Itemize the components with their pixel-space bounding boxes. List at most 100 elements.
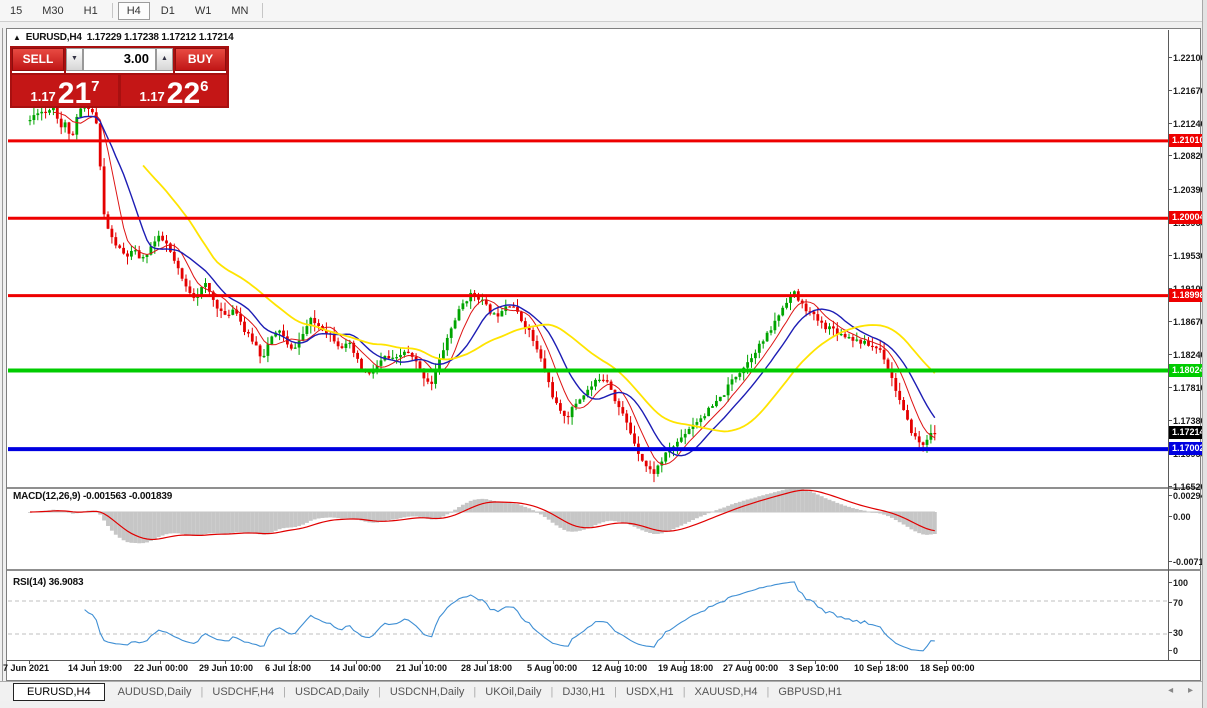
price-tick-label: 1.20820 xyxy=(1173,151,1206,161)
date-label: 10 Sep 18:00 xyxy=(854,663,909,673)
panel-splitter-rsi[interactable] xyxy=(7,569,1201,571)
toolbar-separator xyxy=(262,3,263,18)
price-tick-dash xyxy=(1168,90,1172,91)
macd-panel[interactable] xyxy=(8,489,1168,568)
rsi-label: RSI(14) 36.9083 xyxy=(13,577,83,588)
chart-ohlc-values: 1.17229 1.17238 1.17212 1.17214 xyxy=(87,32,234,43)
timeframe-button-mn[interactable]: MN xyxy=(222,2,257,20)
timeframe-toolbar: 15M30H1 H4D1W1MN xyxy=(0,0,1207,22)
date-label: 28 Jul 18:00 xyxy=(461,663,512,673)
symbol-tab-usdx[interactable]: USDX,H1 xyxy=(617,684,683,700)
price-tick-dash xyxy=(1168,123,1172,124)
symbol-tab-usdcnh[interactable]: USDCNH,Daily xyxy=(381,684,474,700)
timeframe-button-h4[interactable]: H4 xyxy=(118,2,150,20)
window-scroll-strip[interactable] xyxy=(1202,0,1207,708)
buy-price-display[interactable]: 1.17 22 6 xyxy=(121,75,227,106)
panel-splitter-macd[interactable] xyxy=(7,487,1201,489)
date-label: 14 Jul 00:00 xyxy=(330,663,381,673)
macd-tick-dash xyxy=(1168,561,1172,562)
rsi-tick-dash xyxy=(1168,582,1172,583)
symbol-tab-audusd[interactable]: AUDUSD,Daily xyxy=(109,684,201,700)
rsi-tick-label: 70 xyxy=(1173,598,1183,608)
date-label: 7 Jun 2021 xyxy=(3,663,49,673)
price-tick-dash xyxy=(1168,420,1172,421)
date-label: 19 Aug 18:00 xyxy=(658,663,713,673)
volume-decrease-button[interactable]: ▼ xyxy=(66,48,83,71)
workspace-edge xyxy=(2,28,3,681)
date-label: 29 Jun 10:00 xyxy=(199,663,253,673)
buy-price-big: 22 xyxy=(167,82,200,105)
rsi-line xyxy=(85,582,935,651)
trade-prices-row: 1.17 21 7 1.17 22 6 xyxy=(12,75,227,106)
time-axis-line xyxy=(7,660,1201,661)
symbol-tab-xauusd[interactable]: XAUUSD,H4 xyxy=(686,684,767,700)
date-label: 12 Aug 10:00 xyxy=(592,663,647,673)
symbol-tab-gbpusd[interactable]: GBPUSD,H1 xyxy=(769,684,851,700)
timeframe-button-15[interactable]: 15 xyxy=(1,2,31,20)
symbol-tab-dj30[interactable]: DJ30,H1 xyxy=(553,684,614,700)
date-label: 22 Jun 00:00 xyxy=(134,663,188,673)
symbol-tab-ukoil[interactable]: UKOil,Daily xyxy=(476,684,550,700)
price-tick-dash xyxy=(1168,387,1172,388)
buy-price-pip: 6 xyxy=(200,82,208,92)
price-tick-label: 1.21670 xyxy=(1173,86,1206,96)
rsi-tick-label: 0 xyxy=(1173,646,1178,656)
rsi-tick-label: 30 xyxy=(1173,628,1183,638)
buy-price-base: 1.17 xyxy=(139,92,164,102)
price-tick-label: 1.17810 xyxy=(1173,383,1206,393)
timeframe-button-h1[interactable]: H1 xyxy=(75,2,107,20)
price-tick-label: 1.18670 xyxy=(1173,317,1206,327)
chart-symbol-period: EURUSD,H4 xyxy=(26,32,82,43)
price-tick-dash xyxy=(1168,354,1172,355)
rsi-tick-dash xyxy=(1168,602,1172,603)
macd-tick-dash xyxy=(1168,516,1172,517)
price-tick-dash xyxy=(1168,486,1172,487)
timeframe-button-d1[interactable]: D1 xyxy=(152,2,184,20)
collapse-triangle-icon[interactable]: ▲ xyxy=(13,33,21,42)
volume-increase-button[interactable]: ▲ xyxy=(156,48,173,71)
timeframe-button-w1[interactable]: W1 xyxy=(186,2,221,20)
symbol-tab-usdchf[interactable]: USDCHF,H4 xyxy=(203,684,283,700)
sell-price-big: 21 xyxy=(58,82,91,105)
date-label: 21 Jul 10:00 xyxy=(396,663,447,673)
symbol-tab-usdcad[interactable]: USDCAD,Daily xyxy=(286,684,378,700)
price-tick-label: 1.21240 xyxy=(1173,119,1206,129)
ma-slow xyxy=(143,165,935,431)
price-tick-dash xyxy=(1168,189,1172,190)
symbol-tab-eurusd[interactable]: EURUSD,H4 xyxy=(13,683,105,701)
sell-price-base: 1.17 xyxy=(30,92,55,102)
volume-field[interactable]: 3.00 xyxy=(83,48,156,71)
price-axis-line xyxy=(1168,30,1169,660)
price-tick-label: 1.17380 xyxy=(1173,416,1206,426)
trade-controls-row: SELL ▼ 3.00 ▲ BUY xyxy=(12,48,227,73)
rsi-panel[interactable] xyxy=(8,571,1168,660)
macd-tick-dash xyxy=(1168,495,1172,496)
date-label: 18 Sep 00:00 xyxy=(920,663,975,673)
macd-label: MACD(12,26,9) -0.001563 -0.001839 xyxy=(13,491,172,502)
date-label: 14 Jun 19:00 xyxy=(68,663,122,673)
price-tick-label: 1.22100 xyxy=(1173,53,1206,63)
buy-button[interactable]: BUY xyxy=(175,48,226,71)
rsi-tick-label: 100 xyxy=(1173,578,1188,588)
macd-tick-label: 0.00 xyxy=(1173,512,1191,522)
rsi-tick-dash xyxy=(1168,650,1172,651)
symbol-tabbar: EURUSD,H4AUDUSD,Daily|USDCHF,H4|USDCAD,D… xyxy=(0,681,1207,701)
one-click-trading-panel: SELL ▼ 3.00 ▲ BUY 1.17 21 7 1.17 22 6 xyxy=(10,46,229,108)
price-tick-label: 1.20390 xyxy=(1173,185,1206,195)
date-label: 5 Aug 00:00 xyxy=(527,663,577,673)
sell-button[interactable]: SELL xyxy=(12,48,64,71)
rsi-tick-dash xyxy=(1168,632,1172,633)
date-label: 3 Sep 10:00 xyxy=(789,663,839,673)
tab-scroll-arrows-icon[interactable]: ◂ ▸ xyxy=(1168,685,1199,696)
date-label: 27 Aug 00:00 xyxy=(723,663,778,673)
candles xyxy=(29,96,937,482)
toolbar-separator xyxy=(112,3,113,18)
timeframe-button-m30[interactable]: M30 xyxy=(33,2,72,20)
price-tick-dash xyxy=(1168,155,1172,156)
date-label: 6 Jul 18:00 xyxy=(265,663,311,673)
horizontal-level-lines xyxy=(8,141,1168,449)
price-tick-label: 1.19530 xyxy=(1173,251,1206,261)
price-tick-label: 1.18240 xyxy=(1173,350,1206,360)
sell-price-display[interactable]: 1.17 21 7 xyxy=(12,75,118,106)
price-tick-dash xyxy=(1168,57,1172,58)
